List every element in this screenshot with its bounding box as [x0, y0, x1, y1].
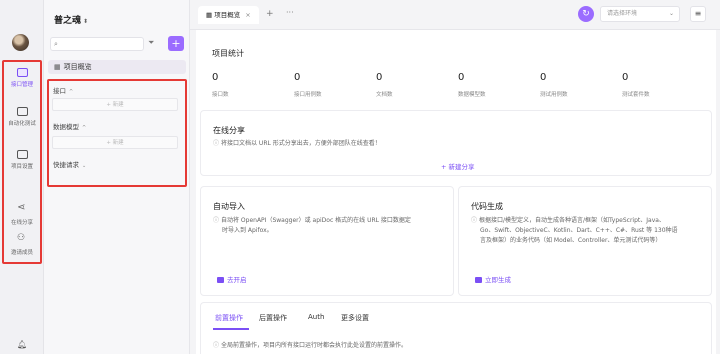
auto-import-card: 自动导入 ⓘ 自动将 OpenAPI（Swagger）或 apiDoc 格式的在线…	[200, 186, 454, 296]
import-desc: ⓘ 自动将 OpenAPI（Swagger）或 apiDoc 格式的在线 URL …	[213, 216, 411, 236]
stat-label: 数据模型数	[458, 92, 486, 98]
grid-icon: ▦	[54, 63, 61, 71]
search-box[interactable]: ⌕	[50, 37, 144, 51]
stat-label: 文档数	[376, 92, 393, 98]
share-card: 在线分享 ⓘ 将接口文档以 URL 形式分享出去，方便外部团队在线查看！ + 新建…	[200, 110, 712, 176]
sync-icon[interactable]: ↻	[578, 6, 594, 22]
highlight-box-rail	[2, 60, 42, 264]
codegen-desc-line: 根据接口/模型定义，自动生成各种语言/框架（如TypeScript、Java、	[479, 217, 665, 224]
tab-project-overview[interactable]: ▦ 项目概览 ×	[198, 6, 259, 24]
stat-value: 0	[458, 72, 465, 83]
highlight-box-tree	[47, 79, 187, 187]
operations-info: ⓘ 全局前置操作，项目内所有接口运行时都会执行此处设置的前置操作。	[213, 341, 407, 351]
stat-value: 0	[212, 72, 219, 83]
operations-info-text: 全局前置操作，项目内所有接口运行时都会执行此处设置的前置操作。	[221, 342, 408, 349]
stat-label: 接口数	[212, 92, 229, 98]
bell-icon[interactable]: 🔔︎	[17, 340, 27, 349]
project-switcher[interactable]: 普之魂 ⬍	[54, 13, 88, 26]
generate-code-button[interactable]: 立即生成	[475, 274, 511, 284]
import-title: 自动导入	[213, 202, 245, 211]
new-share-button[interactable]: + 新建分享	[441, 161, 475, 171]
info-icon: ⓘ	[213, 140, 220, 147]
new-tab-icon[interactable]: +	[266, 9, 274, 19]
info-icon: ⓘ	[213, 217, 220, 224]
share-desc-text: 将接口文档以 URL 形式分享出去，方便外部团队在线查看！	[221, 140, 381, 147]
chevron-updown-icon: ⬍	[83, 18, 89, 25]
code-icon	[475, 277, 482, 283]
codegen-desc-line: Go、Swift、ObjectiveC、Kotlin、Dart、C++、C#、R…	[480, 227, 678, 234]
operations-card: 前置操作 后置操作 Auth 更多设置 ⓘ 全局前置操作，项目内所有接口运行时都会…	[200, 302, 712, 354]
project-name: 普之魂	[54, 16, 82, 26]
stat-value: 0	[622, 72, 629, 83]
filter-icon[interactable]: ⏷	[148, 38, 154, 48]
tab-post-operation[interactable]: 后置操作	[259, 313, 287, 323]
environment-select[interactable]: 请选择环境 ⌄	[600, 6, 680, 22]
main-content: 项目统计 0 接口数 0 接口用例数 0 文档数 0 数据模型数 0 测试用例数…	[196, 30, 716, 354]
codegen-desc-line: 言及框架）的业务代码（如 Model、Controller、单元测试代码等）	[480, 237, 662, 244]
active-tab-indicator	[213, 328, 249, 330]
share-title: 在线分享	[213, 126, 245, 135]
stat-label: 测试用例数	[540, 92, 568, 98]
overview-label: 项目概览	[63, 63, 92, 71]
stat-label: 测试套件数	[622, 92, 650, 98]
menu-icon[interactable]: ≡	[690, 6, 706, 22]
import-icon	[217, 277, 224, 283]
tab-bar: ▦ 项目概览 × + ··· ↻ 请选择环境 ⌄ ≡	[190, 0, 720, 30]
more-icon[interactable]: ···	[286, 8, 294, 17]
stat-value: 0	[540, 72, 547, 83]
import-desc-line: 时导入到 Apifox。	[222, 227, 273, 234]
stats-card: 项目统计 0 接口数 0 接口用例数 0 文档数 0 数据模型数 0 测试用例数…	[200, 34, 712, 106]
info-icon: ⓘ	[213, 342, 220, 349]
stat-label: 接口用例数	[294, 92, 322, 98]
grid-icon: ▦	[206, 11, 215, 19]
search-input[interactable]	[60, 42, 141, 48]
tab-auth[interactable]: Auth	[308, 313, 324, 321]
stat-value: 0	[294, 72, 301, 83]
search-icon: ⌕	[54, 40, 58, 48]
action-label: 去开启	[227, 276, 247, 284]
env-placeholder: 请选择环境	[607, 10, 638, 17]
stat-value: 0	[376, 72, 383, 83]
avatar[interactable]	[12, 34, 29, 51]
add-button[interactable]: +	[168, 36, 184, 51]
tab-pre-operation[interactable]: 前置操作	[215, 313, 243, 323]
stats-title: 项目统计	[212, 49, 244, 58]
chevron-down-icon: ⌄	[668, 10, 674, 17]
enable-import-button[interactable]: 去开启	[217, 274, 247, 284]
codegen-desc: ⓘ 根据接口/模型定义，自动生成各种语言/框架（如TypeScript、Java、…	[471, 216, 678, 246]
import-desc-line: 自动将 OpenAPI（Swagger）或 apiDoc 格式的在线 URL 接…	[221, 217, 411, 224]
sidebar-item-overview[interactable]: ▦ 项目概览	[48, 60, 186, 74]
codegen-card: 代码生成 ⓘ 根据接口/模型定义，自动生成各种语言/框架（如TypeScript、…	[458, 186, 712, 296]
info-icon: ⓘ	[471, 217, 478, 224]
share-desc: ⓘ 将接口文档以 URL 形式分享出去，方便外部团队在线查看！	[213, 139, 381, 149]
close-icon[interactable]: ×	[245, 11, 250, 19]
action-label: 立即生成	[485, 276, 511, 284]
tab-label: 项目概览	[214, 11, 241, 19]
tab-more-settings[interactable]: 更多设置	[341, 313, 369, 323]
codegen-title: 代码生成	[471, 202, 503, 211]
